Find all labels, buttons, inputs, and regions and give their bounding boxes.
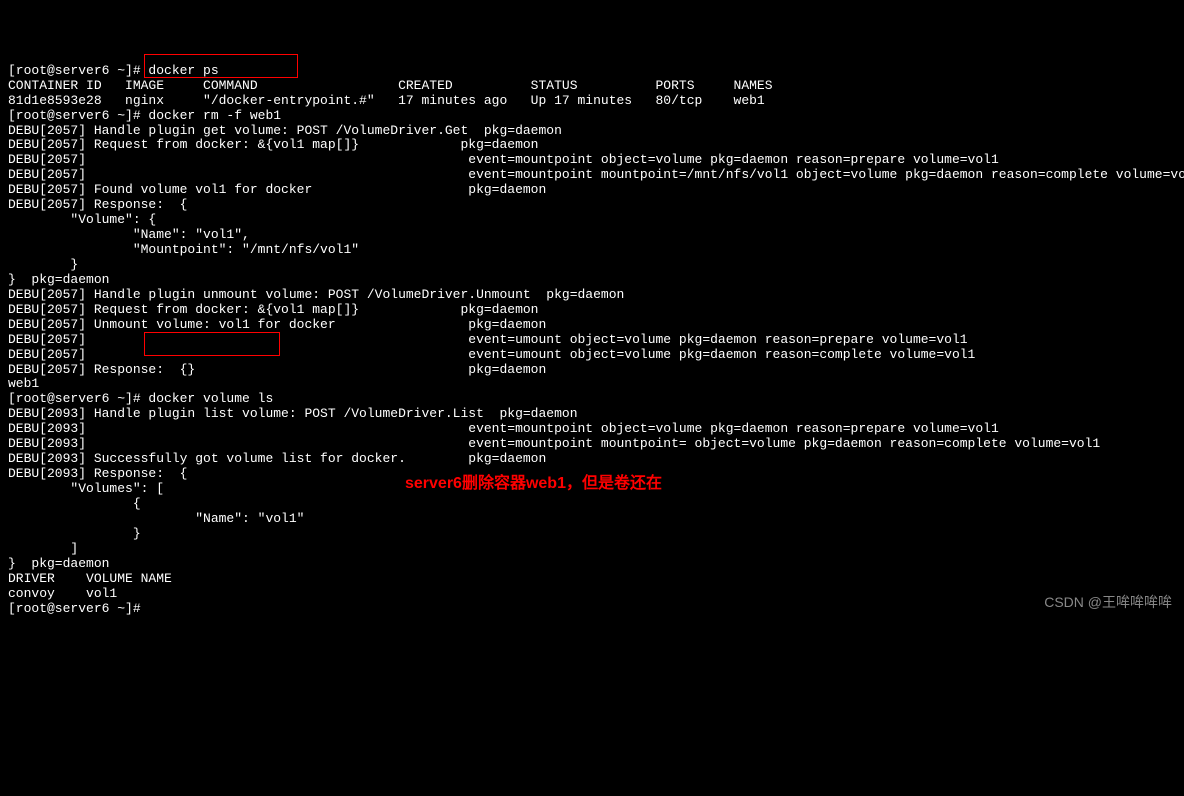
terminal-line: [root@server6 ~]# docker volume ls <box>8 392 1176 407</box>
terminal-line: DEBU[2057] event=mountpoint mountpoint=/… <box>8 168 1176 183</box>
terminal-line: DEBU[2057] Found volume vol1 for docker … <box>8 183 1176 198</box>
terminal-line: DEBU[2057] Request from docker: &{vol1 m… <box>8 138 1176 153</box>
terminal-line: DEBU[2057] Handle plugin get volume: POS… <box>8 124 1176 139</box>
terminal-line: "Name": "vol1", <box>8 228 1176 243</box>
terminal-line: DEBU[2093] event=mountpoint mountpoint= … <box>8 437 1176 452</box>
terminal-line: convoy vol1 <box>8 587 1176 602</box>
terminal-line: DEBU[2057] event=umount object=volume pk… <box>8 348 1176 363</box>
terminal-line: DEBU[2057] event=mountpoint object=volum… <box>8 153 1176 168</box>
terminal-line: } pkg=daemon <box>8 273 1176 288</box>
terminal-line: "Mountpoint": "/mnt/nfs/vol1" <box>8 243 1176 258</box>
terminal-line: DRIVER VOLUME NAME <box>8 572 1176 587</box>
watermark: CSDN @王哞哞哞哞 <box>1044 594 1172 610</box>
terminal-line: } <box>8 527 1176 542</box>
terminal-line: DEBU[2057] Request from docker: &{vol1 m… <box>8 303 1176 318</box>
terminal-line: [root@server6 ~]# docker ps <box>8 64 1176 79</box>
terminal-line: CONTAINER ID IMAGE COMMAND CREATED STATU… <box>8 79 1176 94</box>
terminal-line: DEBU[2057] event=umount object=volume pk… <box>8 333 1176 348</box>
terminal-line: DEBU[2057] Response: { <box>8 198 1176 213</box>
annotation-text: server6删除容器web1，但是卷还在 <box>405 475 662 493</box>
terminal-line: DEBU[2093] Successfully got volume list … <box>8 452 1176 467</box>
terminal-line: web1 <box>8 377 1176 392</box>
terminal-output: [root@server6 ~]# docker psCONTAINER ID … <box>8 64 1176 617</box>
terminal-line: 81d1e8593e28 nginx "/docker-entrypoint.#… <box>8 94 1176 109</box>
terminal-line: } pkg=daemon <box>8 557 1176 572</box>
terminal-line: } <box>8 258 1176 273</box>
terminal-line: [root@server6 ~]# docker rm -f web1 <box>8 109 1176 124</box>
terminal-line: { <box>8 497 1176 512</box>
terminal-line: DEBU[2093] Handle plugin list volume: PO… <box>8 407 1176 422</box>
terminal-line: DEBU[2093] event=mountpoint object=volum… <box>8 422 1176 437</box>
terminal-line: ] <box>8 542 1176 557</box>
terminal-line: "Name": "vol1" <box>8 512 1176 527</box>
terminal-line: DEBU[2057] Handle plugin unmount volume:… <box>8 288 1176 303</box>
terminal-line: [root@server6 ~]# <box>8 602 1176 617</box>
terminal-line: DEBU[2057] Unmount volume: vol1 for dock… <box>8 318 1176 333</box>
terminal-line: "Volume": { <box>8 213 1176 228</box>
terminal-line: DEBU[2057] Response: {} pkg=daemon <box>8 363 1176 378</box>
